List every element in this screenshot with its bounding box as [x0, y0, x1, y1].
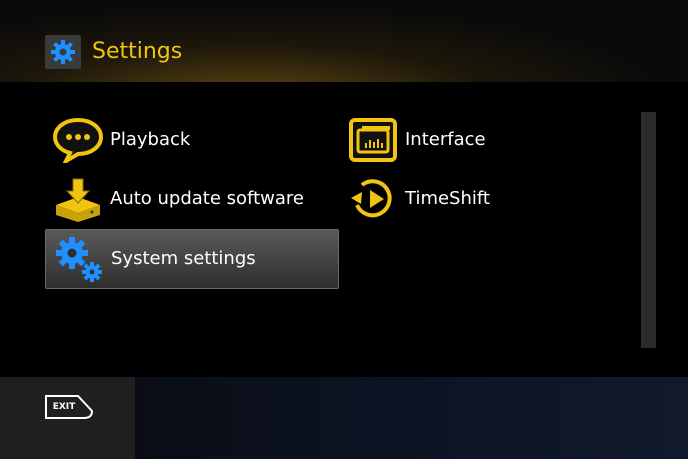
menu-item-label: Auto update software — [110, 188, 304, 209]
speech-bubble-icon — [51, 115, 105, 165]
exit-label: EXIT — [52, 402, 76, 412]
menu-item-system-settings[interactable]: System settings — [45, 229, 339, 289]
settings-gear-icon — [45, 35, 81, 69]
menu-item-label: Playback — [110, 129, 191, 150]
gears-icon — [52, 234, 106, 284]
menu-item-label: TimeShift — [405, 188, 490, 209]
header-bar: Settings — [0, 0, 688, 82]
footer-right-panel — [135, 377, 688, 459]
display-icon — [346, 115, 400, 165]
exit-button[interactable]: EXIT — [44, 394, 94, 420]
menu-item-label: Interface — [405, 129, 486, 150]
menu-item-playback[interactable]: Playback — [45, 111, 339, 169]
page-title: Settings — [92, 39, 183, 64]
timeshift-icon — [346, 174, 400, 224]
menu-item-label: System settings — [111, 248, 256, 269]
menu-item-interface[interactable]: Interface — [340, 111, 634, 169]
scrollbar[interactable] — [641, 112, 656, 348]
menu-item-auto-update-software[interactable]: Auto update software — [45, 170, 339, 228]
menu-item-timeshift[interactable]: TimeShift — [340, 170, 634, 228]
download-box-icon — [51, 174, 105, 224]
